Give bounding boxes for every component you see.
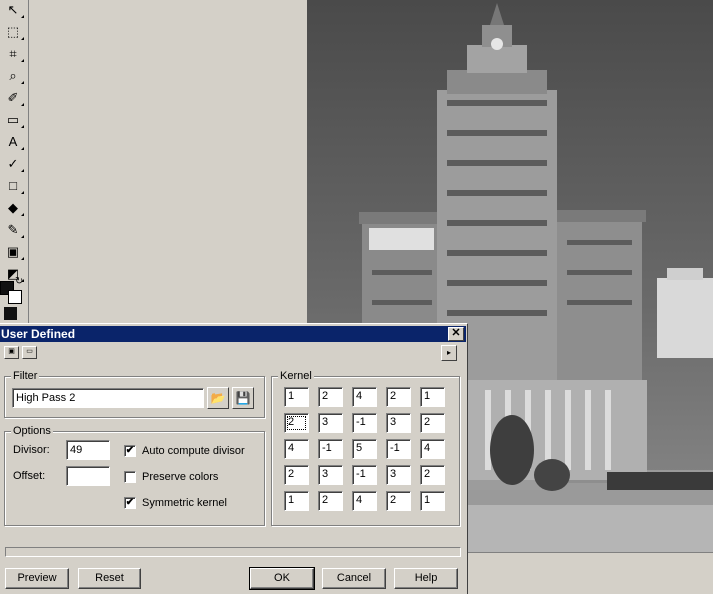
kernel-cell[interactable]: 2 [420,465,445,485]
zoom-icon[interactable]: ⌕ [3,67,24,85]
filter-name-input[interactable]: High Pass 2 [12,388,204,408]
offset-label: Offset: [13,470,46,482]
kernel-cell[interactable]: 3 [318,465,343,485]
divisor-label: Divisor: [13,444,50,456]
dialog-titlebar[interactable]: User Defined ✕ [0,326,466,342]
background-color-swatch[interactable] [8,290,22,304]
kernel-cell[interactable]: 1 [420,387,445,407]
selection-icon[interactable]: ⬚ [3,23,24,41]
kernel-cell[interactable]: 1 [284,387,309,407]
canvas-status-strip [467,552,713,594]
clone-icon[interactable]: ✓ [3,155,24,173]
dialog-title: User Defined [1,327,76,341]
auto-compute-checkbox[interactable]: ✔ [124,445,136,457]
kernel-cell[interactable]: 1 [420,491,445,511]
crop-icon[interactable]: ⌗ [3,45,24,63]
preserve-colors-checkbox[interactable] [124,471,136,483]
brush-icon[interactable]: ✎ [3,221,24,239]
kernel-cell[interactable]: 4 [420,439,445,459]
reset-button[interactable]: Reset [78,568,141,589]
kernel-cell[interactable]: 4 [284,439,309,459]
expand-icon[interactable]: ▸ [441,345,457,361]
kernel-cell[interactable]: -1 [352,465,377,485]
user-defined-filter-dialog: User Defined ✕ ▣ ▭ ▸ Filter High Pass 2 … [0,323,468,594]
kernel-cell[interactable]: 2 [386,491,411,511]
eraser-icon[interactable]: ▭ [3,111,24,129]
layer-icon[interactable]: ▣ [3,243,24,261]
filter-group-title: Filter [11,370,40,382]
toolbox: ↖ ⬚ ⌗ ⌕ ✐ ▭ A ✓ □ ◆ ✎ ▣ ◩ ↻ [0,0,29,325]
shape-icon[interactable]: □ [3,177,24,195]
text-icon[interactable]: A [3,133,24,151]
symmetric-kernel-checkbox[interactable]: ✔ [124,497,136,509]
kernel-cell[interactable]: 1 [284,491,309,511]
offset-input[interactable] [66,466,110,486]
open-preset-icon[interactable]: 📂 [207,387,229,409]
color-palette-swatch[interactable] [4,307,17,320]
cancel-button[interactable]: Cancel [322,568,386,589]
fill-icon[interactable]: ◆ [3,199,24,217]
divisor-input[interactable]: 49 [66,440,110,460]
help-button[interactable]: Help [394,568,458,589]
kernel-cell[interactable]: 2 [284,413,309,433]
preview-button[interactable]: Preview [5,568,69,589]
kernel-cell[interactable]: -1 [386,439,411,459]
kernel-cell[interactable]: 5 [352,439,377,459]
kernel-cell[interactable]: -1 [318,439,343,459]
save-preset-icon[interactable]: 💾 [232,387,254,409]
swap-colors-icon[interactable]: ↻ [15,276,23,287]
kernel-cell[interactable]: 2 [284,465,309,485]
kernel-group-title: Kernel [278,370,314,382]
preserve-colors-label: Preserve colors [142,471,219,483]
kernel-cell[interactable]: 2 [420,413,445,433]
ok-button[interactable]: OK [249,567,315,590]
eyedropper-icon[interactable]: ✐ [3,89,24,107]
symmetric-kernel-label: Symmetric kernel [142,497,227,509]
kernel-cell[interactable]: -1 [352,413,377,433]
kernel-cell[interactable]: 3 [386,465,411,485]
close-icon[interactable]: ✕ [448,327,464,341]
kernel-cell[interactable]: 4 [352,491,377,511]
options-group-title: Options [11,425,53,437]
kernel-cell[interactable]: 2 [318,491,343,511]
auto-compute-label: Auto compute divisor [142,445,245,457]
kernel-cell[interactable]: 2 [318,387,343,407]
kernel-cell[interactable]: 3 [386,413,411,433]
pointer-icon[interactable]: ↖ [3,1,24,19]
kernel-cell[interactable]: 3 [318,413,343,433]
single-view-icon[interactable]: ▭ [22,346,37,359]
tile-view-icon[interactable]: ▣ [4,346,19,359]
progress-bar [5,547,461,557]
kernel-cell[interactable]: 4 [352,387,377,407]
kernel-cell[interactable]: 2 [386,387,411,407]
